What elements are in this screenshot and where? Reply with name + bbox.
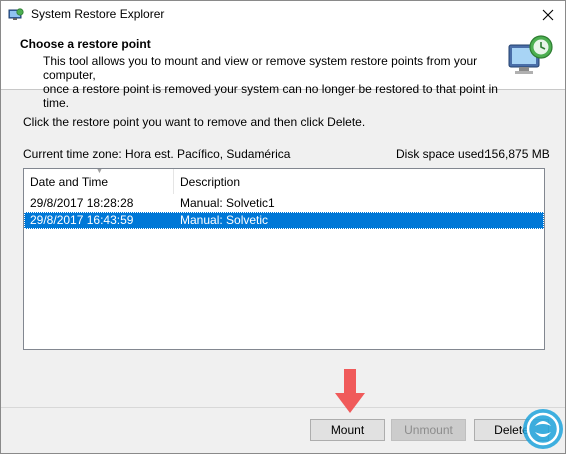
watermark-logo-icon: [523, 409, 563, 449]
header-description-line-1: This tool allows you to mount and view o…: [43, 54, 478, 82]
disk-space-label: Disk space used:: [396, 147, 488, 161]
row-date: 29/8/2017 16:43:59: [30, 213, 134, 227]
system-restore-window: System Restore Explorer Choose a restore…: [0, 0, 566, 454]
restore-app-icon: [8, 8, 24, 20]
list-row[interactable]: 29/8/2017 18:28:28 Manual: Solvetic1: [24, 195, 544, 212]
restore-points-list[interactable]: ▼ Date and Time Description 29/8/2017 18…: [23, 168, 545, 350]
sort-indicator-icon: ▼: [96, 168, 103, 175]
disk-space-value: 156,875 MB: [485, 147, 550, 161]
header-title: Choose a restore point: [20, 37, 151, 51]
instruction-text: Click the restore point you want to remo…: [23, 115, 366, 129]
close-icon: [542, 9, 554, 21]
list-header: ▼ Date and Time Description: [24, 169, 544, 194]
unmount-button[interactable]: Unmount: [391, 419, 466, 441]
window-title: System Restore Explorer: [31, 7, 165, 21]
row-description: Manual: Solvetic1: [180, 196, 275, 210]
red-down-arrow-icon: [335, 369, 365, 413]
column-header-date-label: Date and Time: [30, 175, 109, 189]
header-panel: Choose a restore point This tool allows …: [1, 29, 565, 110]
footer-divider: [1, 407, 565, 408]
title-bar: System Restore Explorer: [1, 1, 565, 29]
column-header-description[interactable]: Description: [174, 169, 544, 194]
row-date: 29/8/2017 18:28:28: [30, 196, 134, 210]
row-description: Manual: Solvetic: [180, 213, 269, 227]
mount-button[interactable]: Mount: [310, 419, 385, 441]
header-description-line-2: once a restore point is removed your sys…: [43, 82, 498, 110]
list-row-selected[interactable]: 29/8/2017 16:43:59 Manual: Solvetic: [24, 212, 544, 229]
column-header-description-label: Description: [180, 175, 241, 189]
column-header-date[interactable]: ▼ Date and Time: [24, 169, 174, 194]
timezone-text: Current time zone: Hora est. Pacífico, S…: [23, 147, 291, 161]
close-button[interactable]: [531, 1, 565, 29]
header-description: This tool allows you to mount and view o…: [43, 54, 503, 110]
monitor-restore-icon: [508, 35, 553, 74]
